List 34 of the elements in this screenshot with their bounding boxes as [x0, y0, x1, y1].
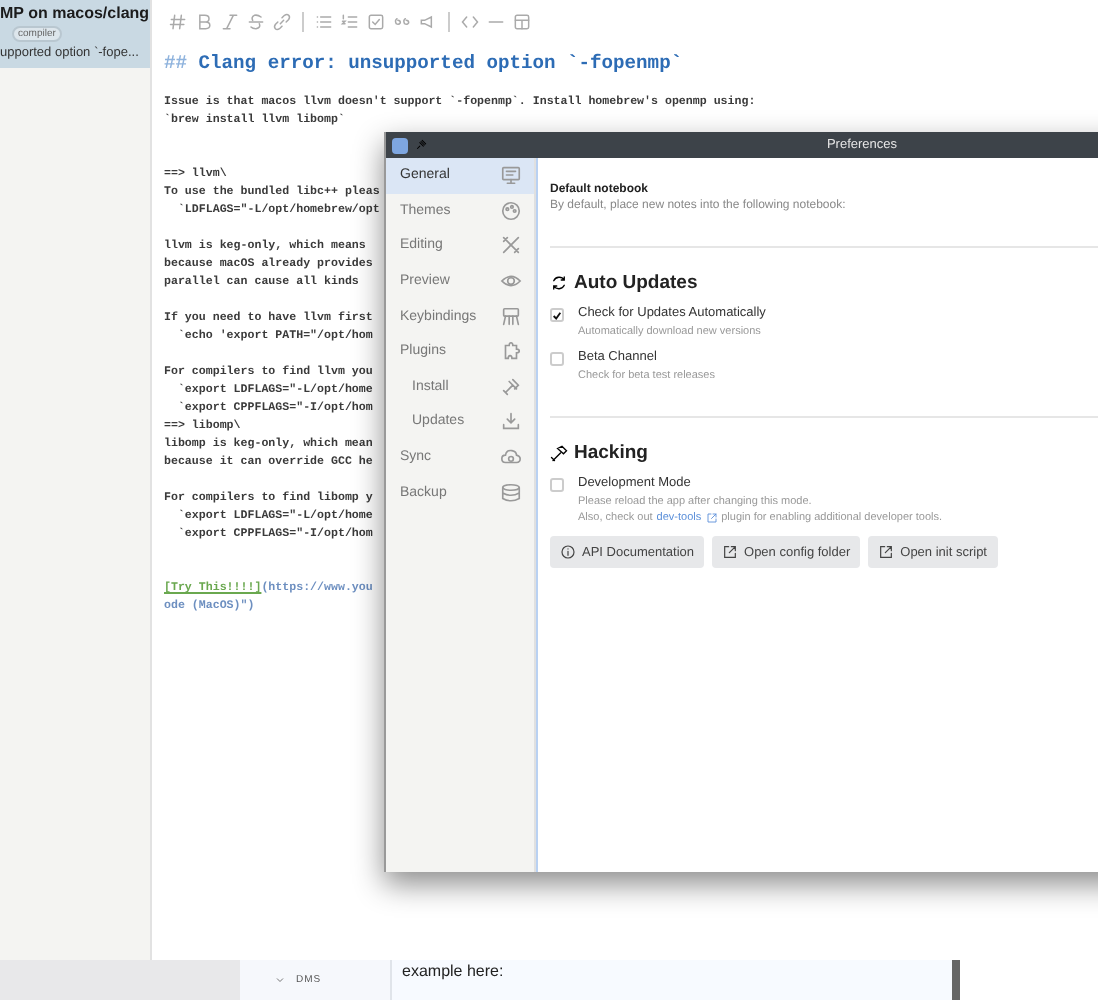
markdown-heading: ## Clang error: unsupported option `-fopenmp` — [164, 52, 685, 74]
app-icon[interactable] — [392, 137, 408, 153]
external-link-icon — [878, 544, 895, 560]
note-title: MP on macos/clang — [0, 4, 150, 22]
speaker-icon — [418, 12, 438, 32]
nav-item-icon — [500, 340, 522, 363]
info-icon — [560, 544, 576, 560]
link-icon — [272, 12, 292, 32]
hammer-icon — [550, 444, 568, 462]
section-title: Auto Updates — [574, 272, 698, 294]
bullet-list-icon — [314, 12, 334, 32]
nav-item-icon — [500, 481, 522, 504]
external-link-icon — [722, 544, 739, 560]
checkbox-icon — [366, 12, 386, 32]
strikethrough-icon — [246, 12, 266, 32]
italic-icon — [220, 12, 240, 32]
external-link-icon — [705, 512, 718, 524]
table-icon — [512, 12, 532, 32]
nav-item-icon — [500, 164, 522, 187]
section-title: Hacking — [574, 442, 648, 464]
code-icon — [460, 12, 480, 32]
pin-icon — [414, 138, 428, 152]
nav-item-icon — [500, 234, 522, 257]
heading-icon — [168, 12, 188, 32]
nav-item-icon — [500, 375, 522, 398]
nav-item-icon — [500, 446, 522, 469]
bold-icon — [194, 12, 214, 32]
checkbox[interactable] — [550, 308, 564, 322]
numbered-list-icon — [340, 12, 360, 32]
nav-item-icon — [500, 305, 522, 328]
nav-item-icon — [500, 199, 522, 222]
sync-icon — [550, 274, 568, 292]
nav-item-icon — [500, 410, 522, 433]
message-field[interactable]: example here: — [390, 960, 960, 1000]
